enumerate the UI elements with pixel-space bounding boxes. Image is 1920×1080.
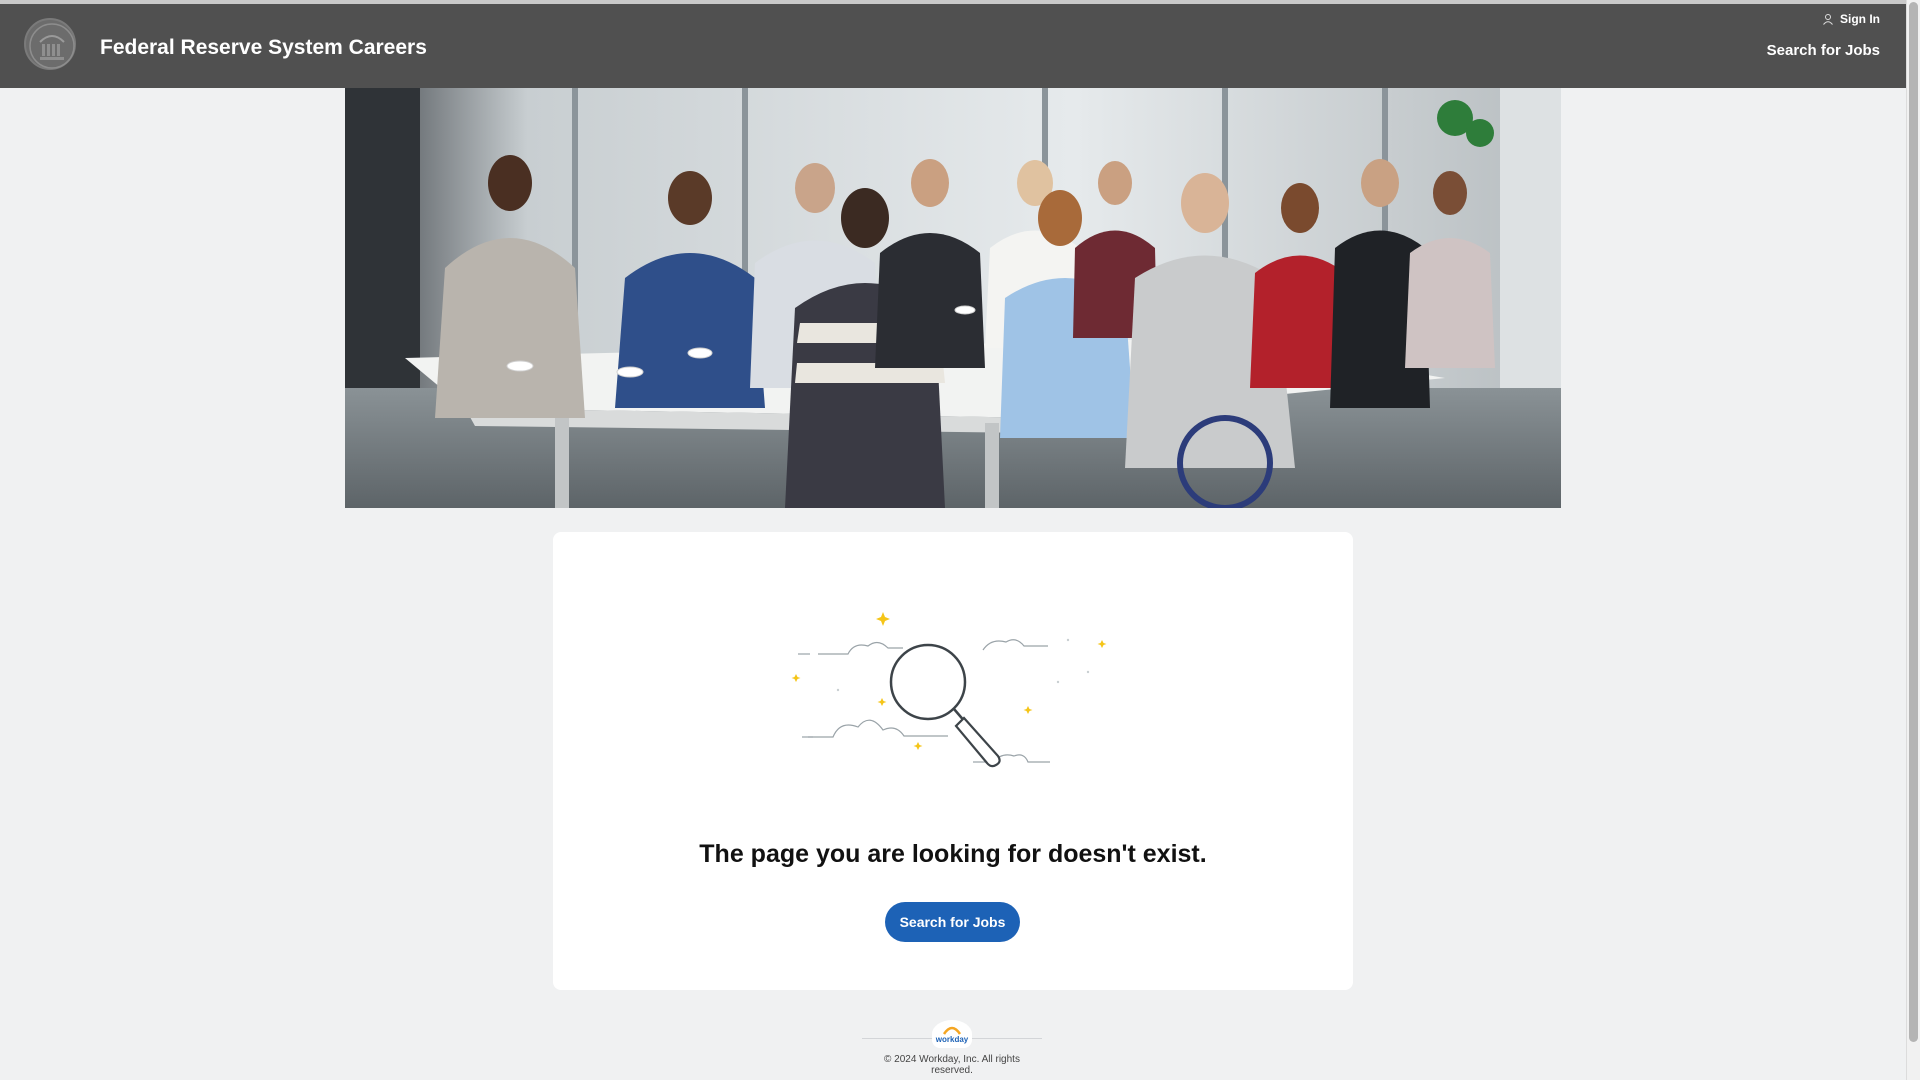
scrollbar-thumb[interactable] <box>1909 2 1918 1042</box>
copyright-text: © 2024 Workday, Inc. All rights reserved… <box>884 1054 1020 1076</box>
site-header: Federal Reserve System Careers Sign In S… <box>0 4 1906 88</box>
workday-wordmark: workday <box>935 1035 969 1044</box>
page-scrollbar[interactable] <box>1906 0 1920 1080</box>
federal-reserve-seal-logo[interactable] <box>24 18 76 70</box>
not-found-card: The page you are looking for doesn't exi… <box>553 532 1353 990</box>
user-icon <box>1822 13 1834 25</box>
hero-image <box>345 88 1561 508</box>
search-for-jobs-button[interactable]: Search for Jobs <box>885 902 1020 942</box>
not-found-message: The page you are looking for doesn't exi… <box>699 840 1207 868</box>
sign-in-link[interactable]: Sign In <box>1822 12 1880 26</box>
site-title[interactable]: Federal Reserve System Careers <box>100 36 427 60</box>
nav-search-jobs-link[interactable]: Search for Jobs <box>1767 42 1880 59</box>
magnifying-glass-illustration <box>788 612 1118 787</box>
workday-logo[interactable]: workday <box>932 1020 972 1048</box>
sign-in-label: Sign In <box>1840 12 1880 26</box>
page-footer: workday © 2024 Workday, Inc. All rights … <box>862 1020 1042 1076</box>
